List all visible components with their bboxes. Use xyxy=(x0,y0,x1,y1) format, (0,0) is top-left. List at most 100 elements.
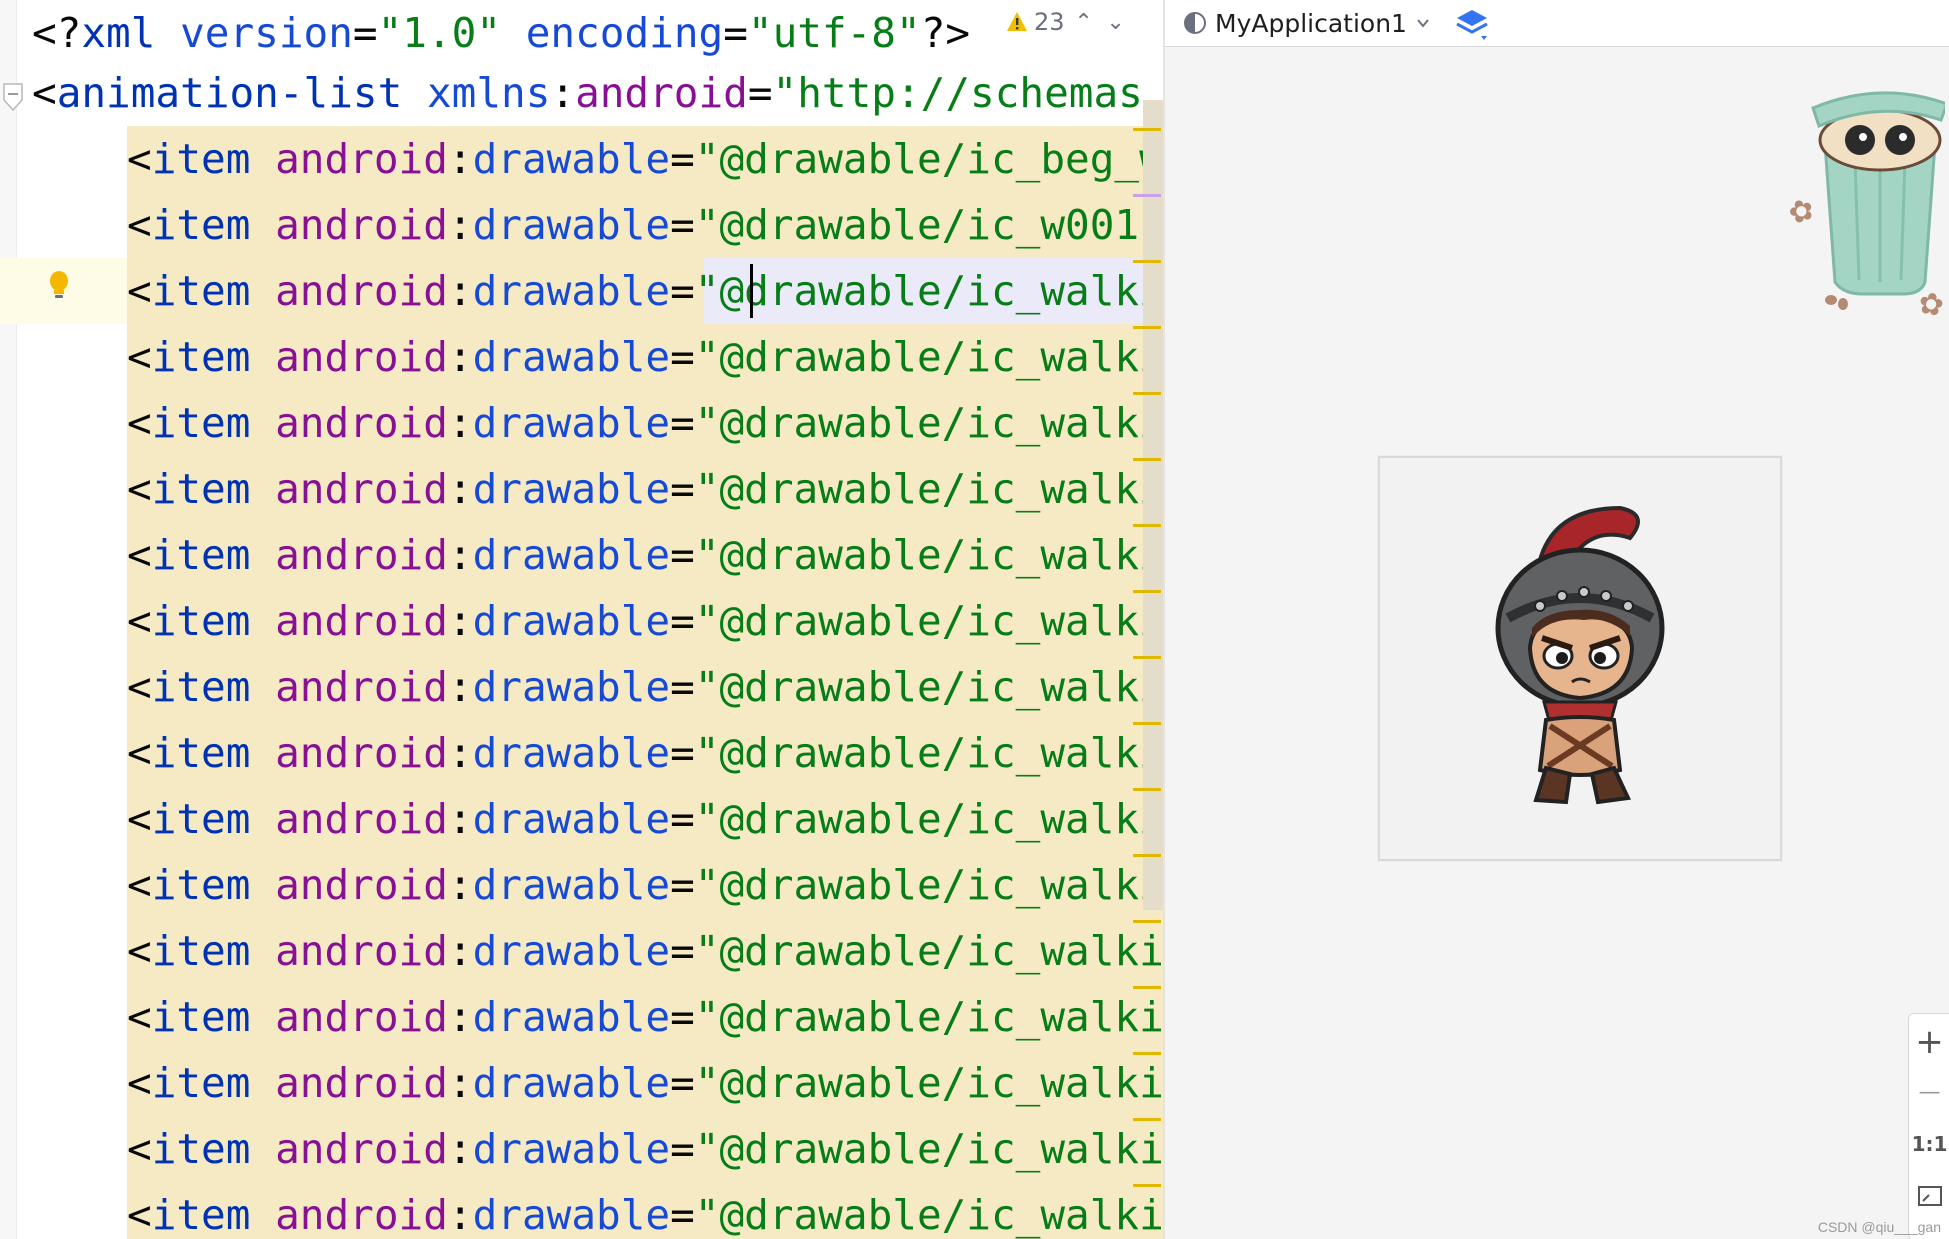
prolog-open: <? xyxy=(32,9,82,57)
equals: = xyxy=(670,927,695,975)
code-line-item[interactable]: <item android:drawable="@drawable/ic_wal… xyxy=(127,456,1163,522)
android-ns: android xyxy=(275,531,448,579)
code-line-item[interactable]: <item android:drawable="@drawable/ic_wal… xyxy=(127,786,1163,852)
fit-screen-icon xyxy=(1917,1186,1942,1206)
ns-colon: : xyxy=(447,729,473,777)
code-line-item[interactable]: <item android:drawable="@drawable/ic_wal… xyxy=(127,984,1163,1050)
text-caret xyxy=(750,264,753,318)
chevron-down-icon[interactable] xyxy=(1415,15,1431,31)
ns-colon: : xyxy=(447,861,473,909)
fit-screen-button[interactable] xyxy=(1909,1174,1949,1218)
item-tag: item xyxy=(151,729,251,777)
equals: = xyxy=(670,465,695,513)
ns-colon: : xyxy=(447,333,473,381)
android-ns: android xyxy=(575,69,748,117)
code-line-item[interactable]: <item android:drawable="@drawable/ic_wal… xyxy=(127,258,1163,324)
drawable-value: "@drawable/ic_walkin xyxy=(694,795,1163,843)
code-line-item[interactable]: <item android:drawable="@drawable/ic_wal… xyxy=(127,588,1163,654)
zoom-in-button[interactable]: + xyxy=(1909,1020,1949,1064)
fold-marker-icon[interactable] xyxy=(2,82,24,112)
equals: = xyxy=(670,201,695,249)
mascot-illustration: ✿ ✿ xyxy=(1784,91,1945,324)
equals: = xyxy=(670,1125,695,1173)
equals: = xyxy=(670,597,695,645)
code-line-item[interactable]: <item android:drawable="@drawable/ic_wal… xyxy=(127,324,1163,390)
animation-preview-frame[interactable] xyxy=(1378,456,1782,861)
android-ns: android xyxy=(275,1125,448,1173)
stripe-mark xyxy=(1133,326,1161,329)
ns-colon: : xyxy=(447,1125,473,1173)
inspection-widget[interactable]: 23 ⌃ ⌄ xyxy=(1000,4,1135,40)
drawable-attr: drawable xyxy=(472,465,671,513)
animation-list-line[interactable]: <animation-list xmlns:android="http://sc… xyxy=(32,60,1163,126)
tag-open: < xyxy=(127,267,152,315)
spartan-character-image xyxy=(1495,505,1665,805)
actual-size-button[interactable]: 1:1 xyxy=(1909,1122,1949,1166)
item-tag: item xyxy=(151,861,251,909)
android-ns: android xyxy=(275,927,448,975)
stripe-mark xyxy=(1133,392,1161,395)
drawable-value: "@drawable/ic_walkin xyxy=(694,333,1163,381)
zoom-out-button[interactable]: — xyxy=(1909,1070,1949,1114)
tag-open: < xyxy=(127,201,152,249)
stripe-mark xyxy=(1133,458,1161,461)
android-ns: android xyxy=(275,399,448,447)
code-line-item[interactable]: <item android:drawable="@drawable/ic_w00… xyxy=(127,192,1163,258)
tag-open: < xyxy=(127,135,152,183)
android-ns: android xyxy=(275,663,448,711)
value-version: "1.0" xyxy=(377,9,502,57)
tag-open: < xyxy=(127,663,152,711)
drawable-value: "@drawable/ic_walkin xyxy=(694,861,1163,909)
code-line-item[interactable]: <item android:drawable="@drawable/ic_wal… xyxy=(127,918,1163,984)
drawable-attr: drawable xyxy=(472,795,671,843)
android-ns: android xyxy=(275,795,448,843)
code-line-item[interactable]: <item android:drawable="@drawable/ic_wal… xyxy=(127,654,1163,720)
code-line-item[interactable]: <item android:drawable="@drawable/ic_wal… xyxy=(127,390,1163,456)
ns-colon: : xyxy=(447,135,473,183)
code-editor[interactable]: <?xml version="1.0" encoding="utf-8"?> <… xyxy=(0,0,1163,1239)
chevron-down-icon[interactable]: ⌄ xyxy=(1103,10,1129,35)
code-line-item[interactable]: <item android:drawable="@drawable/ic_wal… xyxy=(127,1050,1163,1116)
ns-colon: : xyxy=(447,927,473,975)
equals: = xyxy=(670,267,695,315)
code-line-item[interactable]: <item android:drawable="@drawable/ic_beg… xyxy=(127,126,1163,192)
equals: = xyxy=(670,663,695,711)
code-line-item[interactable]: <item android:drawable="@drawable/ic_wal… xyxy=(127,852,1163,918)
tag-open: < xyxy=(127,729,152,777)
item-tag: item xyxy=(151,993,251,1041)
tag-open: < xyxy=(127,465,152,513)
drawable-value: "@drawable/ic_walkin xyxy=(694,663,1163,711)
attr-version: version xyxy=(180,9,353,57)
equals: = xyxy=(670,1059,695,1107)
item-tag: item xyxy=(151,399,251,447)
lightbulb-icon[interactable] xyxy=(48,270,70,302)
drawable-value: "@drawable/ic_walkin xyxy=(694,465,1163,513)
android-ns: android xyxy=(275,1059,448,1107)
stripe-mark xyxy=(1133,1184,1161,1187)
tag-open: < xyxy=(127,531,152,579)
android-ns: android xyxy=(275,135,448,183)
drawable-value: "@drawable/ic_walkin xyxy=(694,531,1163,579)
stripe-mark xyxy=(1133,1118,1161,1121)
app-selector[interactable]: MyApplication1 xyxy=(1215,9,1407,38)
schema-url-value: "http://schemas.a xyxy=(772,69,1163,117)
drawable-attr: drawable xyxy=(472,333,671,381)
tag-open: < xyxy=(127,1191,152,1239)
svg-text:✿: ✿ xyxy=(1916,285,1945,324)
tag-open: < xyxy=(127,1125,152,1173)
code-line-item[interactable]: <item android:drawable="@drawable/ic_wal… xyxy=(127,1116,1163,1182)
drawable-attr: drawable xyxy=(472,927,671,975)
item-tag: item xyxy=(151,1191,251,1239)
code-line-item[interactable]: <item android:drawable="@drawable/ic_wal… xyxy=(127,1182,1163,1239)
code-line-item[interactable]: <item android:drawable="@drawable/ic_wal… xyxy=(127,522,1163,588)
code-line-item[interactable]: <item android:drawable="@drawable/ic_wal… xyxy=(127,720,1163,786)
xml-declaration-line[interactable]: <?xml version="1.0" encoding="utf-8"?> xyxy=(32,0,970,66)
chevron-up-icon[interactable]: ⌃ xyxy=(1071,10,1097,35)
equals: = xyxy=(670,135,695,183)
ns-colon: : xyxy=(447,399,473,447)
preview-pane[interactable]: MyApplication1 ✿ ✿ + — 1:1 CSDN @qiu___g… xyxy=(1165,0,1949,1239)
editor-gutter[interactable] xyxy=(0,0,17,1239)
layers-icon[interactable] xyxy=(1453,4,1491,42)
theme-icon[interactable] xyxy=(1183,11,1207,35)
stripe-mark xyxy=(1133,854,1161,857)
